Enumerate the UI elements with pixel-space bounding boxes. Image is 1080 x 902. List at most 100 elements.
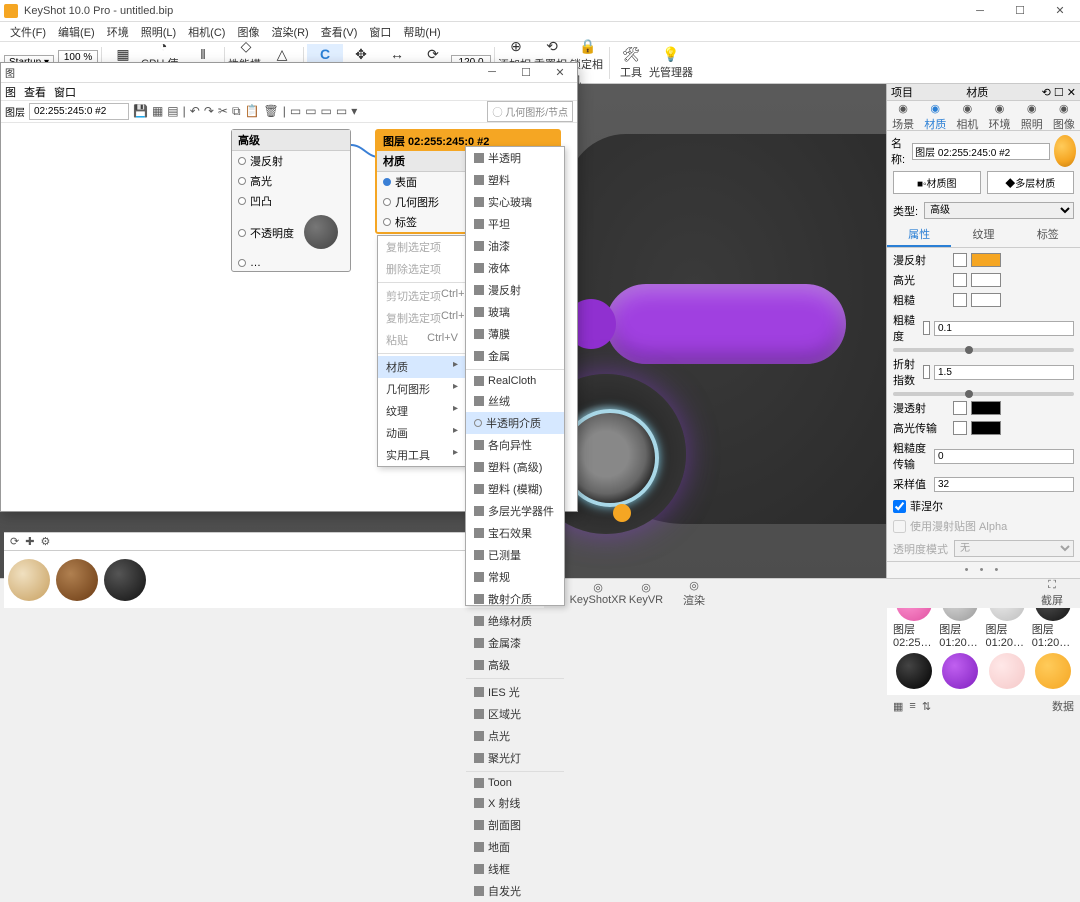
submenu-聚光灯[interactable]: 聚光灯 [466, 747, 564, 769]
editor-max[interactable]: ☐ [509, 66, 543, 79]
texture-slot[interactable] [953, 401, 967, 415]
tray-plus-icon[interactable]: ✚ [25, 535, 34, 548]
tab-material[interactable]: ◉材质 [924, 102, 946, 132]
bb-keyvr[interactable]: ◎KeyVR [626, 581, 666, 606]
menu-help[interactable]: 帮助(H) [399, 22, 444, 42]
texture-slot[interactable] [953, 421, 967, 435]
material-swatch[interactable] [986, 653, 1028, 689]
grid-view-icon[interactable]: ▦ [893, 700, 903, 713]
submenu-RealCloth[interactable]: RealCloth [466, 372, 564, 390]
menu-camera[interactable]: 相机(C) [184, 22, 229, 42]
tray-material-2[interactable] [56, 559, 98, 601]
menu-env[interactable]: 环境 [103, 22, 133, 42]
submenu-X 射线[interactable]: X 射线 [466, 792, 564, 814]
color-swatch[interactable] [971, 421, 1001, 435]
texture-slot[interactable] [953, 253, 967, 267]
tab-image[interactable]: ◉图像 [1053, 102, 1075, 132]
bb-keyshotxr[interactable]: ◎KeyShotXR [578, 581, 618, 606]
submenu-半透明[interactable]: 半透明 [466, 147, 564, 169]
submenu-塑料 (高级)[interactable]: 塑料 (高级) [466, 456, 564, 478]
tb-light-manager[interactable]: 💡光管理器 [649, 44, 693, 82]
texture-slot[interactable] [953, 273, 967, 287]
submenu-塑料[interactable]: 塑料 [466, 169, 564, 191]
undo-icon[interactable]: ↶ [190, 104, 200, 119]
submenu-漫反射[interactable]: 漫反射 [466, 279, 564, 301]
delete-icon[interactable]: 🗑 [263, 104, 278, 119]
submenu-绝缘材质[interactable]: 绝缘材质 [466, 610, 564, 632]
tray-material-3[interactable] [104, 559, 146, 601]
material-swatch[interactable] [1032, 653, 1074, 689]
submenu-线框[interactable]: 线框 [466, 858, 564, 880]
tab-lighting[interactable]: ◉照明 [1021, 102, 1043, 132]
submenu-塑料 (模糊)[interactable]: 塑料 (模糊) [466, 478, 564, 500]
submenu-剖面图[interactable]: 剖面图 [466, 814, 564, 836]
editor-tab-window[interactable]: 窗口 [54, 84, 76, 100]
menu-file[interactable]: 文件(F) [6, 22, 50, 42]
submenu-已测量[interactable]: 已测量 [466, 544, 564, 566]
submenu-宝石效果[interactable]: 宝石效果 [466, 522, 564, 544]
ctx-材质[interactable]: 材质 [378, 356, 466, 378]
color-swatch[interactable] [971, 253, 1001, 267]
fresnel-checkbox[interactable] [893, 500, 906, 513]
texture-slot[interactable] [953, 293, 967, 307]
ctx-纹理[interactable]: 纹理 [378, 400, 466, 422]
editor-min[interactable]: ─ [475, 66, 509, 79]
sort-icon[interactable]: ⇅ [922, 700, 931, 713]
submenu-高级[interactable]: 高级 [466, 654, 564, 676]
tray-gear-icon[interactable]: ⚙ [40, 535, 50, 548]
submenu-金属[interactable]: 金属 [466, 345, 564, 367]
material-name-input[interactable] [912, 143, 1050, 160]
node-advanced[interactable]: 高级 漫反射 高光 凹凸 不透明度 … [231, 129, 351, 272]
tab-camera[interactable]: ◉相机 [956, 102, 978, 132]
menu-render[interactable]: 渲染(R) [267, 22, 312, 42]
tray-refresh-icon[interactable]: ⟳ [10, 535, 19, 548]
tb-tools[interactable]: 🛠工具 [613, 44, 649, 82]
editor-close[interactable]: ✕ [543, 66, 577, 79]
submenu-区域光[interactable]: 区域光 [466, 703, 564, 725]
submenu-IES 光[interactable]: IES 光 [466, 681, 564, 703]
submenu-油漆[interactable]: 油漆 [466, 235, 564, 257]
submenu-各向异性[interactable]: 各向异性 [466, 434, 564, 456]
value-input[interactable] [934, 321, 1074, 336]
editor-tab-view[interactable]: 查看 [24, 84, 46, 100]
tab-environment[interactable]: ◉环境 [989, 102, 1011, 132]
material-type-select[interactable]: 高级 [924, 202, 1074, 219]
save-icon[interactable]: 💾 [133, 104, 148, 119]
submenu-玻璃[interactable]: 玻璃 [466, 301, 564, 323]
more4-icon[interactable]: ▭ [336, 104, 347, 119]
ctx-几何图形[interactable]: 几何图形 [378, 378, 466, 400]
value-input[interactable] [934, 365, 1074, 380]
submenu-平坦[interactable]: 平坦 [466, 213, 564, 235]
panel-separator[interactable]: • • • [887, 561, 1080, 578]
material-graph-button[interactable]: ■◦材质图 [893, 171, 981, 194]
subtab-labels[interactable]: 标签 [1016, 223, 1080, 247]
color-swatch[interactable] [971, 273, 1001, 287]
submenu-金属漆[interactable]: 金属漆 [466, 632, 564, 654]
context-menu[interactable]: 复制选定项删除选定项剪切选定项Ctrl+X复制选定项Ctrl+C粘贴Ctrl+V… [377, 235, 467, 467]
submenu-半透明介质[interactable]: 半透明介质 [466, 412, 564, 434]
submenu-液体[interactable]: 液体 [466, 257, 564, 279]
redo-icon[interactable]: ↷ [204, 104, 214, 119]
minimize-button[interactable]: ─ [960, 0, 1000, 22]
more2-icon[interactable]: ▭ [305, 104, 316, 119]
panel-controls[interactable]: ⟲ ☐ ✕ [1042, 86, 1076, 99]
node-search[interactable]: ◯ 几何图形/节点 [487, 101, 573, 122]
maximize-button[interactable]: ☐ [1000, 0, 1040, 22]
ctx-实用工具[interactable]: 实用工具 [378, 444, 466, 466]
bb-screenshot[interactable]: ⛶截屏 [1032, 579, 1072, 608]
list-view-icon[interactable]: ≡ [909, 700, 915, 712]
submenu-点光[interactable]: 点光 [466, 725, 564, 747]
cut-icon[interactable]: ✂ [218, 104, 228, 119]
submenu-丝绒[interactable]: 丝绒 [466, 390, 564, 412]
more1-icon[interactable]: ▭ [290, 104, 301, 119]
submenu-实心玻璃[interactable]: 实心玻璃 [466, 191, 564, 213]
subtab-properties[interactable]: 属性 [887, 223, 951, 247]
submenu-薄膜[interactable]: 薄膜 [466, 323, 564, 345]
copy-icon[interactable]: ⧉ [232, 104, 241, 119]
layout-icon[interactable]: ▤ [167, 104, 178, 119]
material-swatch[interactable] [939, 653, 981, 689]
submenu-自发光[interactable]: 自发光 [466, 880, 564, 902]
tray-material-1[interactable] [8, 559, 50, 601]
menu-view[interactable]: 查看(V) [317, 22, 362, 42]
material-type-submenu[interactable]: 半透明塑料实心玻璃平坦油漆液体漫反射玻璃薄膜金属 RealCloth丝绒半透明介质… [465, 146, 565, 606]
